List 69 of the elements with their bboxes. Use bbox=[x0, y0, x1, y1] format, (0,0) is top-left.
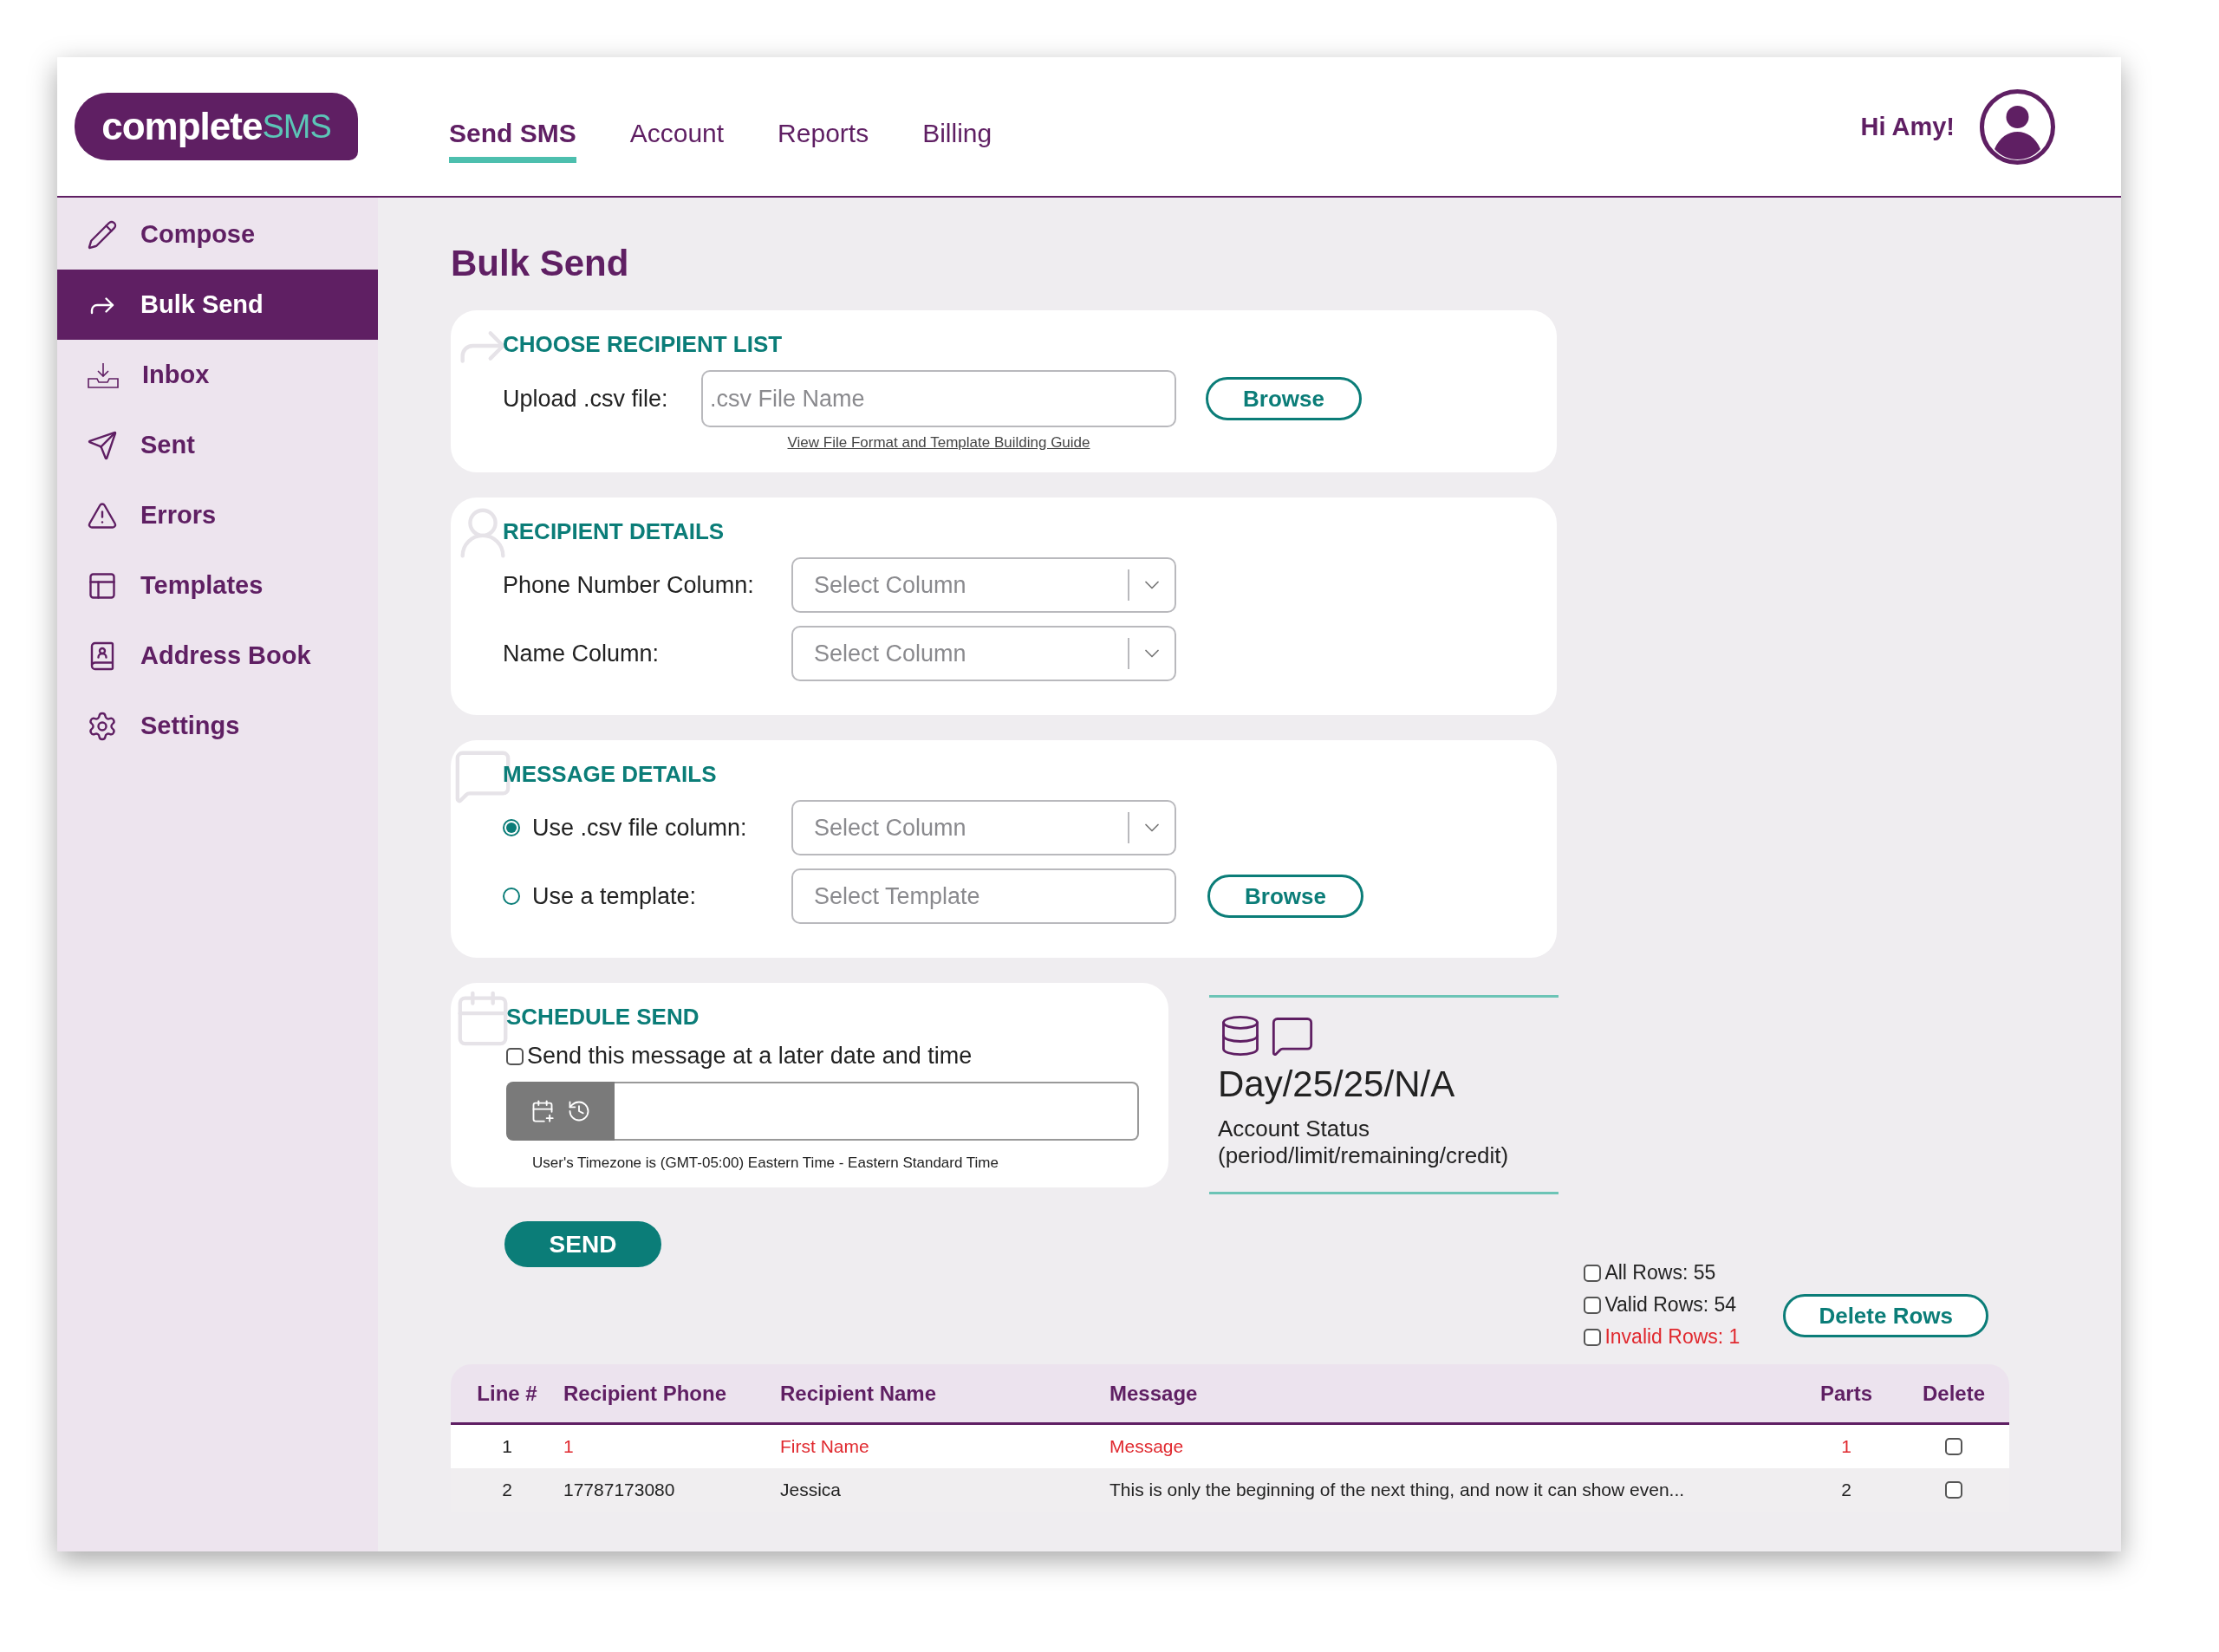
paper-plane-icon bbox=[87, 429, 118, 461]
radio-button[interactable] bbox=[503, 888, 520, 905]
table-cell-text: 1 bbox=[563, 1436, 575, 1457]
account-status-value: Day/25/25/N/A bbox=[1218, 1063, 1456, 1105]
inbox-icon bbox=[87, 361, 120, 389]
browse-button[interactable]: Browse bbox=[1206, 377, 1362, 420]
row-filter-label: Valid Rows: 54 bbox=[1604, 1293, 1737, 1317]
table-cell-text: This is only the beginning of the next thing, and now it can show even... bbox=[1110, 1480, 1686, 1500]
column-header: Line # bbox=[476, 1381, 538, 1406]
table-cell-text: Message bbox=[1110, 1436, 1185, 1457]
checkbox[interactable] bbox=[1584, 1328, 1602, 1346]
column-header: Delete bbox=[1921, 1381, 1986, 1406]
column-header: Recipient Name bbox=[780, 1381, 938, 1406]
option-label: Use a template: bbox=[532, 882, 698, 910]
nav-tab[interactable]: Reports bbox=[778, 106, 869, 163]
row-filter-label: All Rows: 55 bbox=[1604, 1261, 1716, 1285]
page-title: Bulk Send bbox=[451, 243, 630, 284]
radio-button[interactable] bbox=[503, 819, 520, 836]
section-title: CHOOSE RECIPIENT LIST bbox=[503, 331, 784, 358]
row-filter-label: Invalid Rows: 1 bbox=[1604, 1325, 1741, 1349]
file-name-field[interactable]: .csv File Name bbox=[701, 370, 1176, 427]
sidebar-item[interactable]: Templates bbox=[57, 550, 378, 621]
table-cell-text: 17787173080 bbox=[563, 1480, 676, 1500]
field-label: Name Column: bbox=[503, 640, 660, 667]
account-status-label: Account Status bbox=[1218, 1115, 1370, 1143]
sidebar-item[interactable]: Bulk Send bbox=[57, 270, 378, 340]
checkbox[interactable] bbox=[1584, 1264, 1602, 1282]
table-cell-text: First Name bbox=[780, 1436, 870, 1457]
avatar-icon[interactable] bbox=[1979, 88, 2056, 166]
section-title: MESSAGE DETAILS bbox=[503, 761, 718, 788]
settings-icon bbox=[87, 710, 118, 742]
checkbox-label: Send this message at a later date and time bbox=[527, 1043, 973, 1070]
sidebar-item[interactable]: Settings bbox=[57, 691, 378, 761]
guide-link[interactable]: View File Format and Template Building Guide bbox=[787, 434, 1090, 452]
column-header: Recipient Phone bbox=[563, 1381, 728, 1406]
column-header: Parts bbox=[1819, 1381, 1873, 1406]
pencil-icon bbox=[87, 218, 118, 250]
sidebar-item[interactable]: Address Book bbox=[57, 621, 378, 691]
field-label: Upload .csv file: bbox=[503, 385, 669, 413]
table-cell-text: 1 bbox=[1840, 1436, 1852, 1457]
sidebar-item[interactable]: Inbox bbox=[57, 340, 378, 410]
sidebar-item[interactable]: Sent bbox=[57, 410, 378, 480]
table-cell-text: 2 bbox=[501, 1480, 513, 1500]
checkbox[interactable] bbox=[1584, 1296, 1602, 1314]
field-label: Phone Number Column: bbox=[503, 571, 755, 599]
column-header: Message bbox=[1110, 1381, 1199, 1406]
logo[interactable]: completeSMS bbox=[75, 93, 358, 160]
sidebar-item[interactable]: Errors bbox=[57, 480, 378, 550]
timezone-note: User's Timezone is (GMT-05:00) Eastern Time - Eastern Standard Time bbox=[532, 1154, 999, 1172]
section-title: SCHEDULE SEND bbox=[506, 1004, 700, 1031]
nav-tab[interactable]: Account bbox=[629, 106, 725, 163]
greeting: Hi Amy! bbox=[1860, 112, 1955, 141]
section-title: RECIPIENT DETAILS bbox=[503, 518, 726, 545]
browse-button[interactable]: Browse bbox=[1207, 875, 1363, 918]
nav-tab[interactable]: Send SMS bbox=[449, 106, 576, 163]
account-status-caption: (period/limit/remaining/credit) bbox=[1218, 1142, 1510, 1170]
sidebar-item[interactable]: Compose bbox=[57, 199, 378, 270]
table-cell-text: Jessica bbox=[780, 1480, 843, 1500]
table-cell-text: 1 bbox=[501, 1436, 513, 1457]
delete-rows-button[interactable]: Delete Rows bbox=[1783, 1294, 1988, 1337]
send-button[interactable]: SEND bbox=[504, 1221, 661, 1267]
table-cell-text: 2 bbox=[1840, 1480, 1852, 1500]
row-checkbox[interactable] bbox=[1945, 1481, 1962, 1499]
nav-tab[interactable]: Billing bbox=[922, 106, 992, 163]
template-field[interactable]: Select Template bbox=[791, 868, 1176, 924]
option-label: Use .csv file column: bbox=[532, 814, 748, 842]
checkbox[interactable] bbox=[506, 1047, 524, 1065]
row-checkbox[interactable] bbox=[1945, 1438, 1962, 1455]
date-time-field[interactable] bbox=[615, 1082, 1139, 1141]
